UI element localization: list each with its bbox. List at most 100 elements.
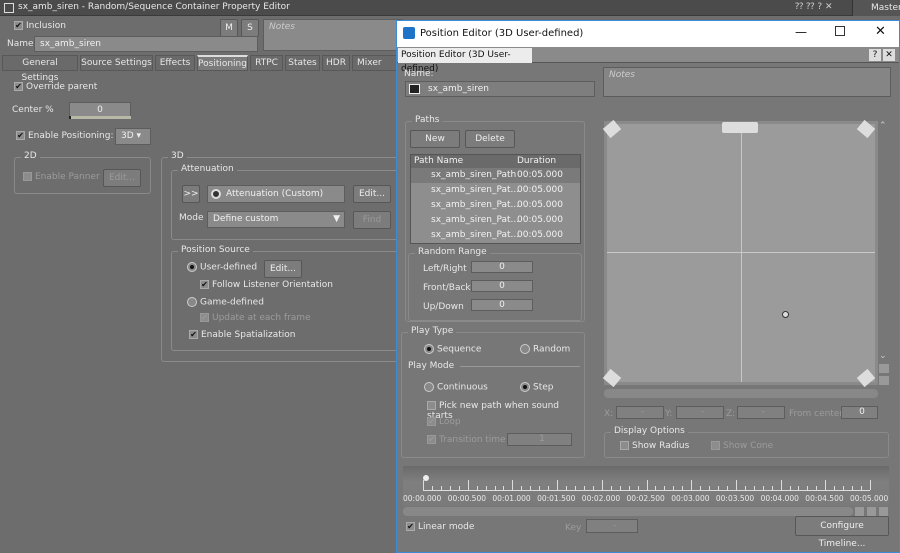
timeline-label: 00:04.500 — [805, 494, 844, 503]
timeline-tick — [530, 486, 532, 490]
col-duration[interactable]: Duration — [517, 155, 556, 168]
key-field[interactable]: - — [586, 519, 638, 533]
center-slider-track[interactable] — [69, 116, 131, 119]
override-parent-checkbox[interactable]: ✔ — [14, 82, 23, 91]
inclusion-checkbox[interactable]: ✔ — [14, 21, 23, 30]
emitter-point[interactable] — [782, 311, 789, 318]
zoom-in-icon[interactable] — [855, 507, 864, 516]
app-icon — [403, 27, 415, 39]
left-right-slider[interactable]: 0 — [471, 261, 533, 273]
enable-spatialization-checkbox[interactable]: ✔ — [189, 330, 198, 339]
timeline-tick — [521, 486, 523, 490]
maximize-icon[interactable] — [835, 26, 845, 36]
timeline-tick — [628, 486, 630, 490]
delete-path-button[interactable]: Delete — [465, 130, 515, 148]
solo-button[interactable]: S — [241, 19, 259, 37]
continuous-radio[interactable] — [424, 382, 434, 392]
attenuation-label: Attenuation — [178, 164, 237, 174]
timeline-tick — [476, 486, 478, 490]
sequence-radio[interactable] — [424, 344, 434, 354]
path-row[interactable]: sx_amb_siren_Pat... 00:05.000 — [411, 213, 580, 228]
tab-hdr[interactable]: HDR — [322, 55, 350, 71]
update-each-frame-checkbox[interactable]: ✔ — [200, 313, 209, 322]
x-field[interactable]: - — [616, 406, 664, 419]
mute-button[interactable]: M — [220, 19, 238, 37]
tab-states[interactable]: States — [285, 55, 320, 71]
path-name: sx_amb_siren_Pat... — [431, 230, 520, 240]
minimize-icon[interactable]: — — [795, 25, 807, 39]
front-back-slider[interactable]: 0 — [471, 280, 533, 292]
zoom-out-icon[interactable] — [879, 507, 888, 516]
up-down-label: Up/Down — [423, 302, 464, 312]
vertical-scrollbar[interactable]: ⌃ ⌄ — [879, 121, 889, 391]
timeline-tick — [539, 486, 541, 490]
tab-mixer-plugin[interactable]: Mixer Plu — [352, 55, 398, 71]
play-mode-label: Play Mode — [408, 361, 455, 371]
path-duration: 00:05.000 — [517, 230, 563, 240]
new-path-button[interactable]: New — [410, 130, 460, 148]
master-button[interactable]: Master — [852, 0, 900, 16]
step-radio[interactable] — [520, 382, 530, 392]
path-name: sx_amb_siren_Path — [431, 170, 517, 180]
help-icon[interactable]: ? — [869, 49, 881, 61]
timeline-tick — [566, 486, 568, 490]
path-row[interactable]: sx_amb_siren_Pat... 00:05.000 — [411, 198, 580, 213]
up-down-slider[interactable]: 0 — [471, 299, 533, 311]
tab-effects[interactable]: Effects — [155, 55, 195, 71]
positioning-mode-dropdown[interactable]: 3D ▾ — [115, 128, 151, 145]
attenuation-edit-button[interactable]: Edit... — [353, 185, 391, 203]
horizontal-scrollbar[interactable] — [604, 389, 878, 398]
timeline[interactable]: 00:00.000 00:00.500 00:01.000 00:01.500 00:0… — [403, 466, 889, 506]
transition-time-field[interactable]: 1 — [507, 433, 572, 446]
dialog-notes-field[interactable]: Notes — [603, 67, 891, 97]
timeline-tick — [771, 486, 773, 490]
show-radius-checkbox[interactable] — [620, 441, 629, 450]
timeline-tick — [682, 486, 684, 490]
timeline-scrollbar[interactable] — [403, 507, 853, 516]
enable-panner-checkbox[interactable] — [23, 172, 32, 181]
speaker-right-icon — [856, 119, 876, 139]
y-field[interactable]: - — [676, 406, 724, 419]
divider — [460, 366, 580, 367]
follow-listener-checkbox[interactable]: ✔ — [200, 280, 209, 289]
close-tab-icon[interactable]: ✕ — [883, 49, 895, 61]
attenuation-field[interactable]: Attenuation (Custom) — [207, 185, 345, 203]
step-label: Step — [533, 382, 554, 393]
mode-dropdown[interactable]: Define custom ▼ — [207, 211, 345, 228]
timeline-label: 00:00.000 — [403, 494, 442, 503]
position-grid-canvas[interactable] — [602, 119, 878, 388]
linear-mode-checkbox[interactable]: ✔ — [406, 522, 415, 531]
notes-field[interactable]: Notes — [263, 19, 403, 51]
path-row[interactable]: sx_amb_siren_Pat... 00:05.000 — [411, 183, 580, 198]
path-row[interactable]: sx_amb_siren_Path 00:05.000 — [411, 168, 580, 183]
enable-positioning-checkbox[interactable]: ✔ — [16, 131, 25, 140]
z-field[interactable]: - — [737, 406, 785, 419]
panner-edit-button[interactable]: Edit... — [103, 169, 141, 187]
position-edit-button[interactable]: Edit... — [264, 260, 302, 278]
name-field[interactable]: sx_amb_siren — [34, 36, 258, 52]
find-button[interactable]: Find — [353, 211, 391, 229]
dialog-tab[interactable]: Position Editor (3D User-defined) — [398, 48, 532, 74]
loop-checkbox[interactable]: ✔ — [427, 417, 436, 426]
tab-general-settings[interactable]: General Settings — [2, 55, 78, 83]
transition-time-checkbox[interactable]: ✔ — [427, 435, 436, 444]
grid-icon — [4, 3, 14, 13]
show-cone-checkbox[interactable] — [711, 441, 720, 450]
window-title: sx_amb_siren - Random/Sequence Container… — [18, 2, 290, 12]
tab-source-settings[interactable]: Source Settings — [80, 55, 153, 71]
user-defined-radio[interactable] — [187, 262, 197, 272]
fit-icon[interactable] — [867, 507, 876, 516]
close-icon[interactable]: ✕ — [875, 24, 886, 39]
timeline-tick — [449, 486, 451, 490]
game-defined-radio[interactable] — [187, 297, 197, 307]
attenuation-browse-button[interactable]: >> — [182, 185, 200, 203]
path-row[interactable]: sx_amb_siren_Pat... 00:05.000 — [411, 228, 580, 243]
tab-positioning[interactable]: Positioning — [197, 55, 248, 71]
tab-rtpc[interactable]: RTPC — [250, 55, 283, 71]
timeline-tick — [726, 486, 728, 490]
title-help-icons[interactable]: ⁇ ⁇ ? ✕ — [795, 2, 833, 12]
random-radio[interactable] — [520, 344, 530, 354]
pick-new-path-checkbox[interactable] — [427, 401, 436, 410]
configure-timeline-button[interactable]: Configure Timeline... — [795, 516, 889, 549]
col-path-name[interactable]: Path Name — [411, 155, 517, 168]
